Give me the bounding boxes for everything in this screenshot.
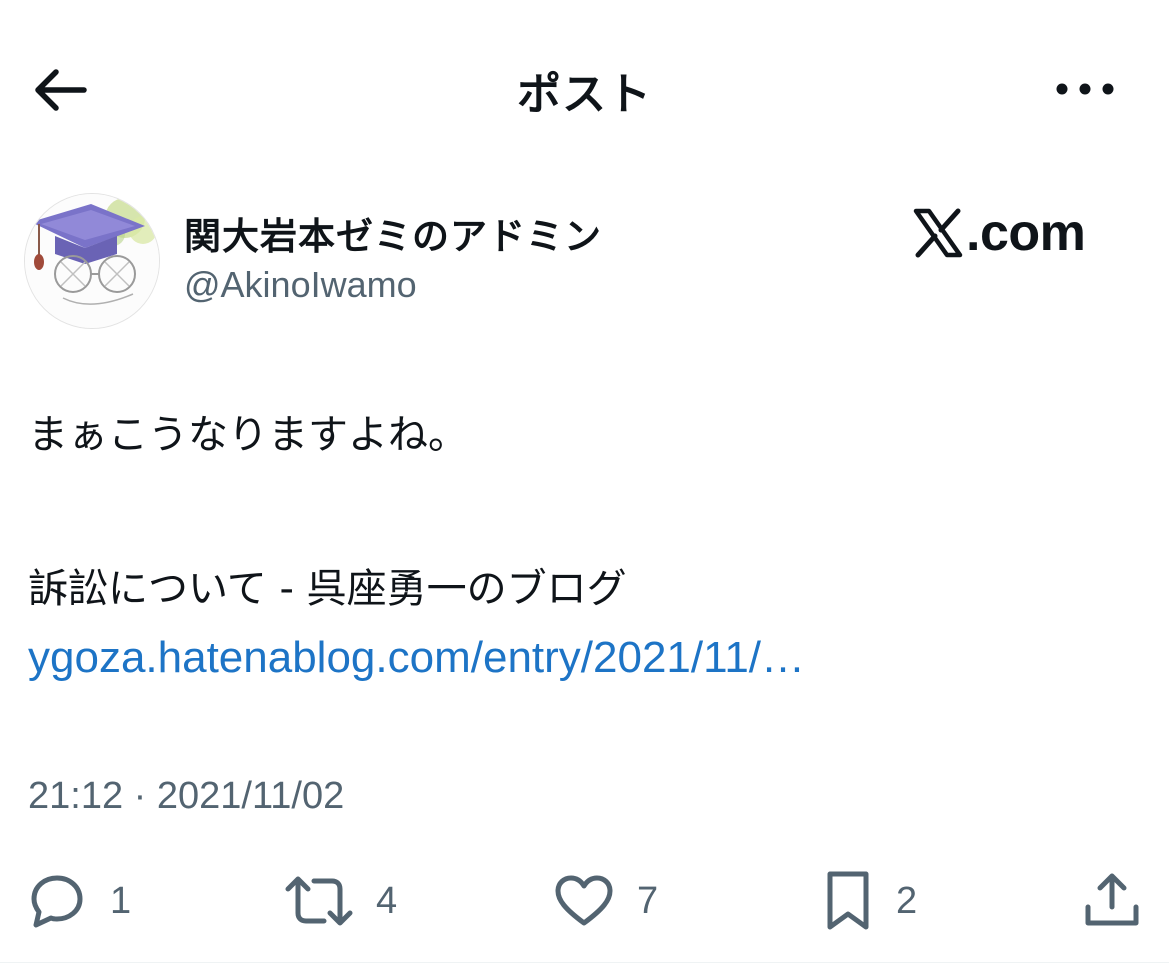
avatar-image: [25, 194, 159, 328]
author-handle[interactable]: @AkinoIwamo: [184, 264, 417, 306]
heart-icon: [555, 875, 613, 926]
x-logo-icon: [913, 208, 963, 258]
post-text-line-2: 訴訟について - 呉座勇一のブログ: [28, 566, 627, 612]
divider: [0, 962, 1169, 963]
bookmark-count: 2: [896, 879, 918, 922]
bookmark-button[interactable]: 2: [822, 868, 917, 934]
x-com-watermark: .com: [912, 202, 1108, 264]
reply-icon: [31, 875, 83, 928]
reply-count: 1: [110, 879, 132, 922]
author-display-name[interactable]: 関大岩本ゼミのアドミン: [184, 206, 602, 260]
post-timestamp[interactable]: 21:12 · 2021/11/02: [28, 775, 344, 818]
back-button[interactable]: [30, 62, 90, 118]
more-options-button[interactable]: [1052, 66, 1118, 112]
page-title: ポスト: [517, 69, 652, 120]
repost-button[interactable]: 4: [284, 868, 397, 934]
reply-button[interactable]: 1: [26, 868, 131, 934]
share-icon: [1085, 873, 1139, 926]
repost-icon: [285, 876, 353, 926]
avatar[interactable]: [24, 193, 160, 329]
post-link[interactable]: ygoza.hatenablog.com/entry/2021/11/…: [28, 633, 805, 683]
like-count: 7: [637, 879, 659, 922]
brand-text: .com: [966, 204, 1086, 262]
share-button[interactable]: [1082, 868, 1142, 934]
ellipsis-icon: [1056, 83, 1114, 95]
arrow-left-icon: [35, 69, 87, 111]
top-bar: ポスト: [0, 0, 1169, 180]
post-text-line-1: まぁこうなりますよね。: [28, 412, 468, 458]
like-button[interactable]: 7: [553, 868, 658, 934]
bookmark-icon: [827, 871, 869, 930]
repost-count: 4: [376, 879, 398, 922]
